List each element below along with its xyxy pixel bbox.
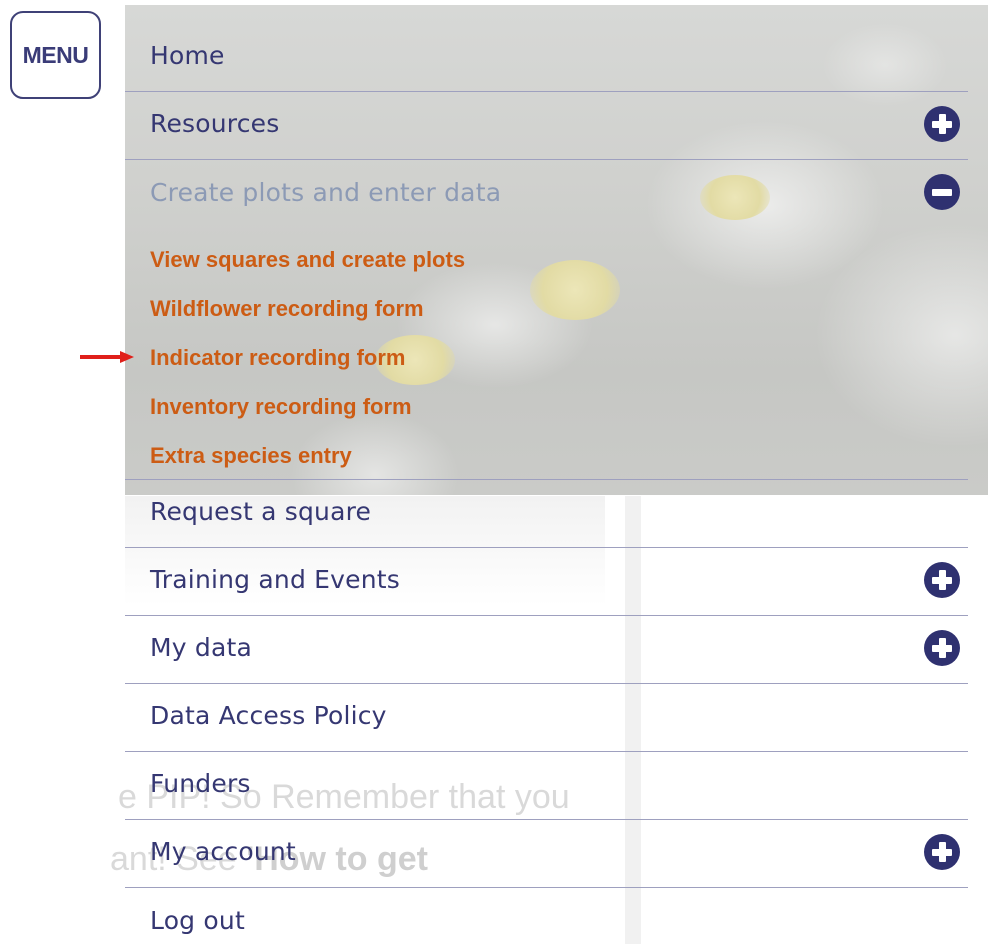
nav-item-request-square[interactable]: Request a square bbox=[125, 480, 968, 548]
plus-circle-icon[interactable] bbox=[924, 106, 960, 142]
menu-button[interactable]: MENU bbox=[10, 11, 101, 99]
nav-item-label: My data bbox=[150, 633, 253, 662]
nav-item-label: Request a square bbox=[150, 497, 372, 526]
plus-circle-icon[interactable] bbox=[924, 834, 960, 870]
nav-item-home[interactable]: Home bbox=[125, 24, 968, 92]
submenu-item-view-squares[interactable]: View squares and create plots bbox=[150, 238, 968, 287]
submenu-item-wildflower-form[interactable]: Wildflower recording form bbox=[150, 287, 968, 336]
nav-item-log-out[interactable]: Log out bbox=[125, 888, 968, 944]
nav-item-resources[interactable]: Resources bbox=[125, 92, 968, 160]
main-navigation-menu: Home Resources Create plots and enter da… bbox=[125, 24, 968, 944]
submenu-item-extra-species[interactable]: Extra species entry bbox=[150, 434, 968, 483]
nav-item-label: My account bbox=[150, 837, 296, 866]
nav-item-label: Create plots and enter data bbox=[150, 177, 502, 207]
nav-item-label: Home bbox=[150, 41, 225, 70]
menu-button-label: MENU bbox=[22, 41, 89, 68]
page: e PIP! So Remember that you ant! See 'Ho… bbox=[0, 0, 988, 944]
nav-item-label: Training and Events bbox=[150, 565, 401, 594]
nav-item-label: Resources bbox=[150, 109, 280, 138]
nav-item-create-plots[interactable]: Create plots and enter data bbox=[125, 160, 968, 228]
nav-item-my-account[interactable]: My account bbox=[125, 820, 968, 888]
plus-circle-icon[interactable] bbox=[924, 630, 960, 666]
nav-item-training-events[interactable]: Training and Events bbox=[125, 548, 968, 616]
nav-item-data-access-policy[interactable]: Data Access Policy bbox=[125, 684, 968, 752]
nav-item-label: Data Access Policy bbox=[150, 701, 387, 730]
nav-item-label: Log out bbox=[150, 905, 245, 935]
nav-item-my-data[interactable]: My data bbox=[125, 616, 968, 684]
submenu-item-inventory-form[interactable]: Inventory recording form bbox=[150, 385, 968, 434]
red-arrow-icon bbox=[80, 351, 134, 363]
minus-circle-icon[interactable] bbox=[924, 174, 960, 210]
plus-circle-icon[interactable] bbox=[924, 562, 960, 598]
nav-item-label: Funders bbox=[150, 769, 251, 798]
submenu-create-plots: View squares and create plots Wildflower… bbox=[125, 228, 968, 480]
submenu-item-indicator-form[interactable]: Indicator recording form bbox=[150, 336, 968, 385]
nav-item-funders[interactable]: Funders bbox=[125, 752, 968, 820]
